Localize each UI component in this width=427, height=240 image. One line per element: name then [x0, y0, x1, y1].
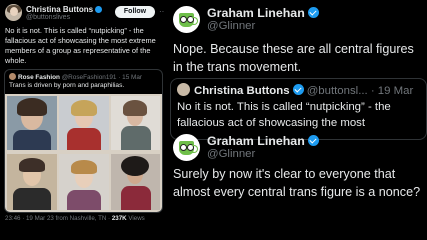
right-tweet-panel: Graham Linehan @Glinner Nope. Because th…: [165, 0, 427, 240]
collage-hair-1: [17, 98, 47, 116]
collage-photo-3: [111, 96, 160, 150]
quoted-tweet-text: No it is not. This is called “nutpicking…: [177, 101, 391, 129]
collage-body-6: [121, 186, 151, 210]
tweet-view-count: 237K: [111, 215, 127, 222]
quoted-tweet-text: Trans is driven by porn and paraphilias.: [9, 82, 125, 89]
author-name[interactable]: Christina Buttons: [26, 5, 103, 14]
collage-body-2: [67, 128, 101, 150]
tweet-meta: 23:46 · 19 Mar 23 from Nashville, TN · 2…: [5, 215, 145, 222]
collage-body-1: [13, 130, 51, 150]
collage-hair-3: [123, 100, 147, 116]
collage-photo-1: [7, 96, 57, 150]
avatar-cup-handle: [192, 17, 198, 25]
quoted-author-handle: @RoseFashion191 · 15 Mar: [61, 74, 143, 81]
quoted-avatar: [177, 83, 190, 96]
tweet-text: Nope. Because these are all central figu…: [173, 42, 414, 74]
quoted-author-handle: @buttonsl... · 19 Mar: [306, 85, 414, 97]
author-name-text: Graham Linehan: [207, 134, 305, 148]
quoted-avatar: [9, 73, 16, 80]
author-handle[interactable]: @Glinner: [207, 20, 255, 32]
author-name-text: Christina Buttons: [26, 5, 94, 14]
collage-hair-6: [121, 156, 149, 176]
author-name[interactable]: Graham Linehan: [207, 6, 319, 20]
collage-photo-2: [59, 96, 109, 150]
tweet-text: No it is not. This is called “nutpicking…: [5, 26, 156, 65]
collage-photo-6: [111, 154, 160, 210]
avatar[interactable]: [173, 134, 200, 161]
quoted-tweet-header: Christina Buttons @buttonsl... · 19 Mar: [177, 83, 413, 97]
author-name[interactable]: Graham Linehan: [207, 134, 319, 148]
left-tweet-panel: Christina Buttons @buttonslives Follow ·…: [0, 0, 165, 240]
author-name-text: Graham Linehan: [207, 6, 305, 20]
avatar[interactable]: [5, 4, 22, 21]
avatar-face: [10, 7, 18, 16]
collage-photo-4: [7, 154, 57, 210]
quoted-author-name: Christina Buttons: [194, 85, 290, 97]
collage-body-4: [13, 188, 51, 210]
avatar-eye: [180, 16, 187, 23]
verified-badge-icon: [292, 84, 304, 95]
quoted-tweet[interactable]: Rose Fashion @RoseFashion191 · 15 Mar Tr…: [4, 69, 163, 213]
verified-badge-icon: [307, 7, 319, 18]
quoted-tweet-image[interactable]: [5, 94, 162, 212]
tweet-header: Christina Buttons @buttonslives Follow ·…: [5, 4, 165, 24]
verified-badge-icon: [95, 6, 103, 13]
verified-badge-icon: [307, 135, 319, 146]
collage-photo-5: [59, 154, 109, 210]
quoted-tweet-header: Rose Fashion @RoseFashion191 · 15 Mar: [9, 73, 142, 81]
avatar-cup-handle: [192, 145, 198, 153]
collage-hair-5: [71, 160, 97, 174]
follow-button[interactable]: Follow: [115, 6, 155, 18]
collage-body-3: [121, 126, 151, 150]
collage-body-5: [67, 190, 101, 210]
tweet-timestamp: 23:46 · 19 Mar 23 from Nashville, TN ·: [5, 215, 112, 222]
avatar[interactable]: [173, 6, 200, 33]
tweet-views-label: Views: [126, 215, 145, 222]
collage-hair-4: [19, 158, 45, 172]
reply-tweet-1: Graham Linehan @Glinner Nope. Because th…: [165, 0, 427, 140]
quoted-author-name: Rose Fashion: [18, 74, 60, 81]
reply-tweet-2: Graham Linehan @Glinner Surely by now it…: [165, 128, 427, 240]
avatar-eye: [180, 144, 187, 151]
collage-hair-2: [71, 100, 97, 116]
author-handle[interactable]: @Glinner: [207, 148, 255, 160]
tweet-text: Surely by now it's clear to everyone tha…: [173, 167, 421, 199]
author-handle[interactable]: @buttonslives: [26, 14, 70, 21]
